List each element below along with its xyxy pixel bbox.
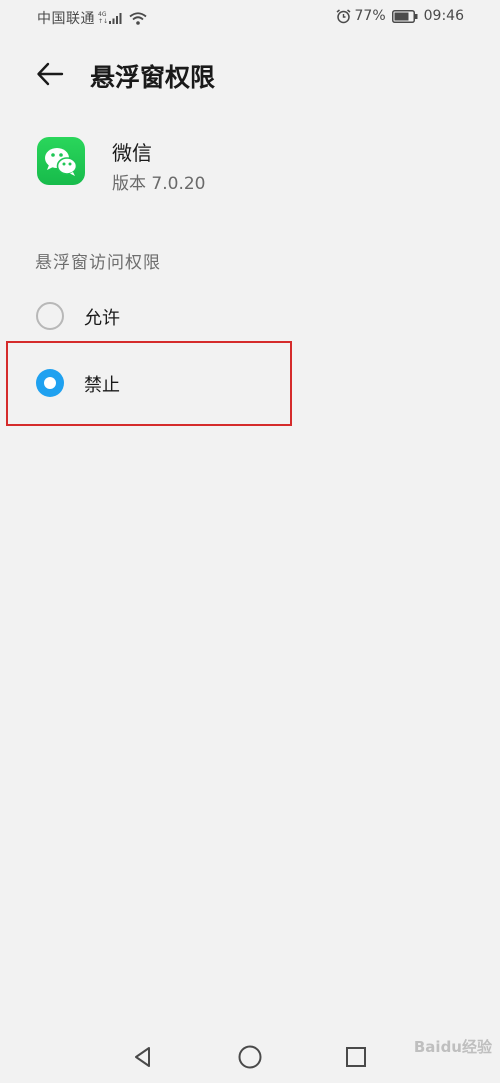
network-arrows: ↑↓ xyxy=(98,18,109,25)
app-name: 微信 xyxy=(112,141,152,165)
highlight-annotation-box xyxy=(6,341,292,426)
battery-percent: 77% xyxy=(354,8,386,24)
header: 悬浮窗权限 xyxy=(0,46,500,102)
battery-icon xyxy=(391,9,418,23)
option-allow-label: 允许 xyxy=(84,308,120,329)
nav-back-button[interactable] xyxy=(128,1042,158,1072)
back-button[interactable] xyxy=(30,56,70,92)
status-left: 中国联通 4G ↑↓ xyxy=(37,8,147,28)
watermark: Baidu经验 xyxy=(413,1038,492,1056)
arrow-left-icon xyxy=(37,62,64,86)
option-allow[interactable]: 允许 xyxy=(0,286,500,346)
page-title: 悬浮窗权限 xyxy=(90,63,216,92)
section-title: 悬浮窗访问权限 xyxy=(35,253,161,273)
radio-allow[interactable] xyxy=(36,302,64,330)
screen: 中国联通 4G ↑↓ 77% 09:46 悬浮窗权限 微信 版本 7.0.20 … xyxy=(0,0,500,1083)
nav-recent-button[interactable] xyxy=(341,1042,371,1072)
carrier-name: 中国联通 xyxy=(37,11,95,27)
network-type: 4G ↑↓ xyxy=(98,11,108,25)
status-time: 09:46 xyxy=(423,8,464,24)
triangle-back-icon xyxy=(135,1047,150,1067)
circle-home-icon xyxy=(238,1045,262,1069)
alarm-icon xyxy=(336,8,350,23)
network-type-label: 4G xyxy=(98,11,107,18)
app-info: 微信 版本 7.0.20 xyxy=(37,137,477,194)
wechat-app-icon xyxy=(37,137,85,185)
wifi-icon xyxy=(129,11,147,25)
signal-icon xyxy=(109,13,122,24)
wechat-logo-icon xyxy=(45,148,78,176)
status-right: 77% 09:46 xyxy=(336,8,464,24)
status-bar: 中国联通 4G ↑↓ 77% 09:46 xyxy=(0,0,500,36)
app-version: 版本 7.0.20 xyxy=(112,174,206,194)
nav-home-button[interactable] xyxy=(235,1042,265,1072)
square-recent-icon xyxy=(346,1047,366,1067)
